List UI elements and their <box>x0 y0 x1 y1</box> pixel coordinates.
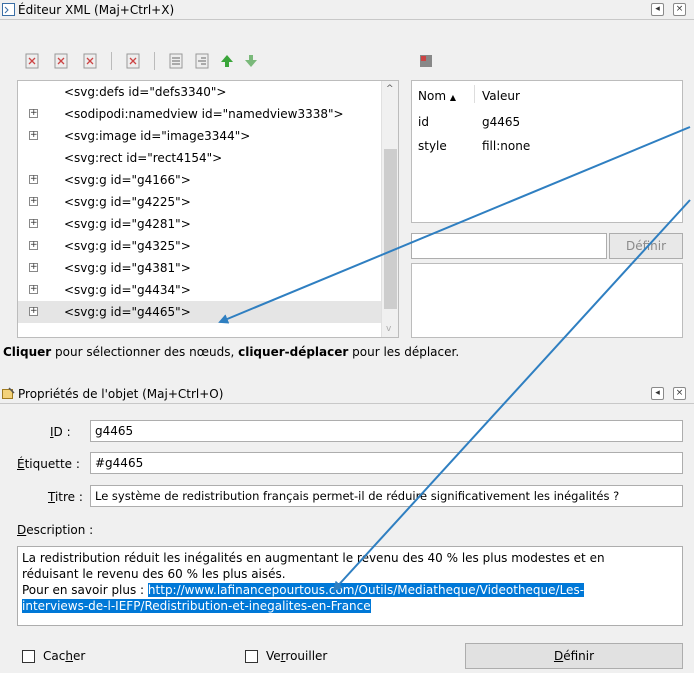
description-line: La redistribution réduit les inégalités … <box>22 551 605 565</box>
id-label: ID : <box>50 425 71 439</box>
object-properties-icon <box>2 387 15 399</box>
xml-editor-titlebar: Éditeur XML (Maj+Ctrl+X) ◂ × <box>0 0 694 20</box>
expand-icon[interactable]: + <box>29 285 38 294</box>
close-icon[interactable]: × <box>673 3 686 16</box>
xml-editor-hint: Cliquer pour sélectionner des nœuds, cli… <box>3 345 460 359</box>
tree-node[interactable]: + <svg:g id="g4381"> <box>18 257 383 279</box>
dock-icon[interactable]: ◂ <box>651 3 664 16</box>
set-button[interactable]: Définir <box>465 643 683 669</box>
close-icon[interactable]: × <box>673 387 686 400</box>
lower-node-icon[interactable] <box>243 53 259 69</box>
object-properties-title: Propriétés de l'objet (Maj+Ctrl+O) <box>18 386 224 401</box>
scroll-up-icon[interactable]: ^ <box>386 84 394 94</box>
tree-node[interactable]: <svg:defs id="defs3340"> <box>18 81 383 103</box>
expand-icon[interactable]: + <box>29 307 38 316</box>
expand-icon[interactable]: + <box>29 197 38 206</box>
title-label: Titre : <box>48 490 83 504</box>
hide-label: Cacher <box>43 649 86 663</box>
object-properties-titlebar: Propriétés de l'objet (Maj+Ctrl+O) ◂ × <box>0 384 694 404</box>
tree-node-label: <svg:defs id="defs3340"> <box>64 85 227 99</box>
unindent-node-icon[interactable] <box>168 53 184 69</box>
tree-node-label: <sodipodi:namedview id="namedview3338"> <box>64 107 344 121</box>
tree-node-label: <svg:image id="image3344"> <box>64 129 251 143</box>
tree-node[interactable]: + <sodipodi:namedview id="namedview3338"> <box>18 103 383 125</box>
xml-editor-icon <box>2 3 15 16</box>
attr-value[interactable]: g4465 <box>482 115 520 129</box>
title-input[interactable]: Le système de redistribution français pe… <box>90 485 683 507</box>
label-input[interactable]: #g4465 <box>90 452 683 474</box>
indent-node-icon[interactable] <box>194 53 210 69</box>
tree-node[interactable]: + <svg:g id="g4465"> <box>18 301 383 323</box>
xml-node-tree[interactable]: <svg:defs id="defs3340"> + <sodipodi:named… <box>17 80 399 338</box>
description-label: Description : <box>17 523 94 537</box>
dock-icon[interactable]: ◂ <box>651 387 664 400</box>
sort-ascending-icon: ▲ <box>449 93 456 102</box>
toolbar-separator <box>111 52 112 70</box>
description-line: Pour en savoir plus : http://www.lafinan… <box>22 583 585 597</box>
tree-scrollbar[interactable]: ^ v <box>381 81 398 337</box>
set-attribute-button[interactable]: Définir <box>609 233 683 259</box>
new-element-node-icon[interactable] <box>24 53 40 69</box>
tree-node-label: <svg:g id="g4166"> <box>64 173 191 187</box>
selected-link-text: http://www.lafinancepourtous.com/Outils/… <box>147 583 585 597</box>
tree-node[interactable]: + <svg:g id="g4325"> <box>18 235 383 257</box>
delete-node-icon[interactable] <box>125 53 141 69</box>
lock-label: Verrouiller <box>266 649 328 663</box>
expand-icon[interactable]: + <box>29 109 38 118</box>
tree-node[interactable]: <svg:rect id="rect4154"> <box>18 147 383 169</box>
tree-node-label: <svg:g id="g4381"> <box>64 261 191 275</box>
attr-name[interactable]: style <box>418 139 447 153</box>
tree-node[interactable]: + <svg:image id="image3344"> <box>18 125 383 147</box>
tree-node-label: <svg:g id="g4325"> <box>64 239 191 253</box>
attr-value[interactable]: fill:none <box>482 139 530 153</box>
selected-link-text: interviews-de-l-IEFP/Redistribution-et-i… <box>22 599 371 613</box>
attr-column-value[interactable]: Valeur <box>482 89 520 103</box>
delete-attribute-icon[interactable] <box>418 53 434 69</box>
scroll-down-icon[interactable]: v <box>386 324 391 334</box>
tree-node[interactable]: + <svg:g id="g4166"> <box>18 169 383 191</box>
duplicate-node-icon[interactable] <box>82 53 98 69</box>
expand-icon[interactable]: + <box>29 263 38 272</box>
hide-checkbox[interactable] <box>22 650 35 663</box>
attribute-name-input[interactable] <box>411 233 607 259</box>
tree-node[interactable]: + <svg:g id="g4225"> <box>18 191 383 213</box>
raise-node-icon[interactable] <box>219 53 235 69</box>
attr-column-name[interactable]: Nom ▲ <box>418 89 456 103</box>
expand-icon[interactable]: + <box>29 219 38 228</box>
scroll-thumb[interactable] <box>384 149 397 309</box>
description-line: réduisant le revenu des 60 % les plus ai… <box>22 567 286 581</box>
lock-checkbox[interactable] <box>245 650 258 663</box>
attribute-value-input[interactable] <box>411 263 683 338</box>
id-input[interactable]: g4465 <box>90 420 683 442</box>
tree-node-label: <svg:rect id="rect4154"> <box>64 151 223 165</box>
attribute-list[interactable]: Nom ▲ Valeur id g4465 style fill:none <box>411 80 683 223</box>
description-textarea[interactable]: La redistribution réduit les inégalités … <box>17 546 683 626</box>
tree-node-label: <svg:g id="g4434"> <box>64 283 191 297</box>
tree-node-label: <svg:g id="g4281"> <box>64 217 191 231</box>
expand-icon[interactable]: + <box>29 131 38 140</box>
column-divider <box>474 85 475 103</box>
new-text-node-icon[interactable] <box>53 53 69 69</box>
tree-node[interactable]: + <svg:g id="g4281"> <box>18 213 383 235</box>
expand-icon[interactable]: + <box>29 175 38 184</box>
tree-node[interactable]: + <svg:g id="g4434"> <box>18 279 383 301</box>
tree-node-label: <svg:g id="g4465"> <box>64 305 191 319</box>
tree-node-label: <svg:g id="g4225"> <box>64 195 191 209</box>
label-label: Étiquette : <box>17 457 80 471</box>
attr-name[interactable]: id <box>418 115 429 129</box>
expand-icon[interactable]: + <box>29 241 38 250</box>
description-line: interviews-de-l-IEFP/Redistribution-et-i… <box>22 598 678 614</box>
xml-editor-title: Éditeur XML (Maj+Ctrl+X) <box>18 2 175 17</box>
toolbar-separator <box>154 52 155 70</box>
